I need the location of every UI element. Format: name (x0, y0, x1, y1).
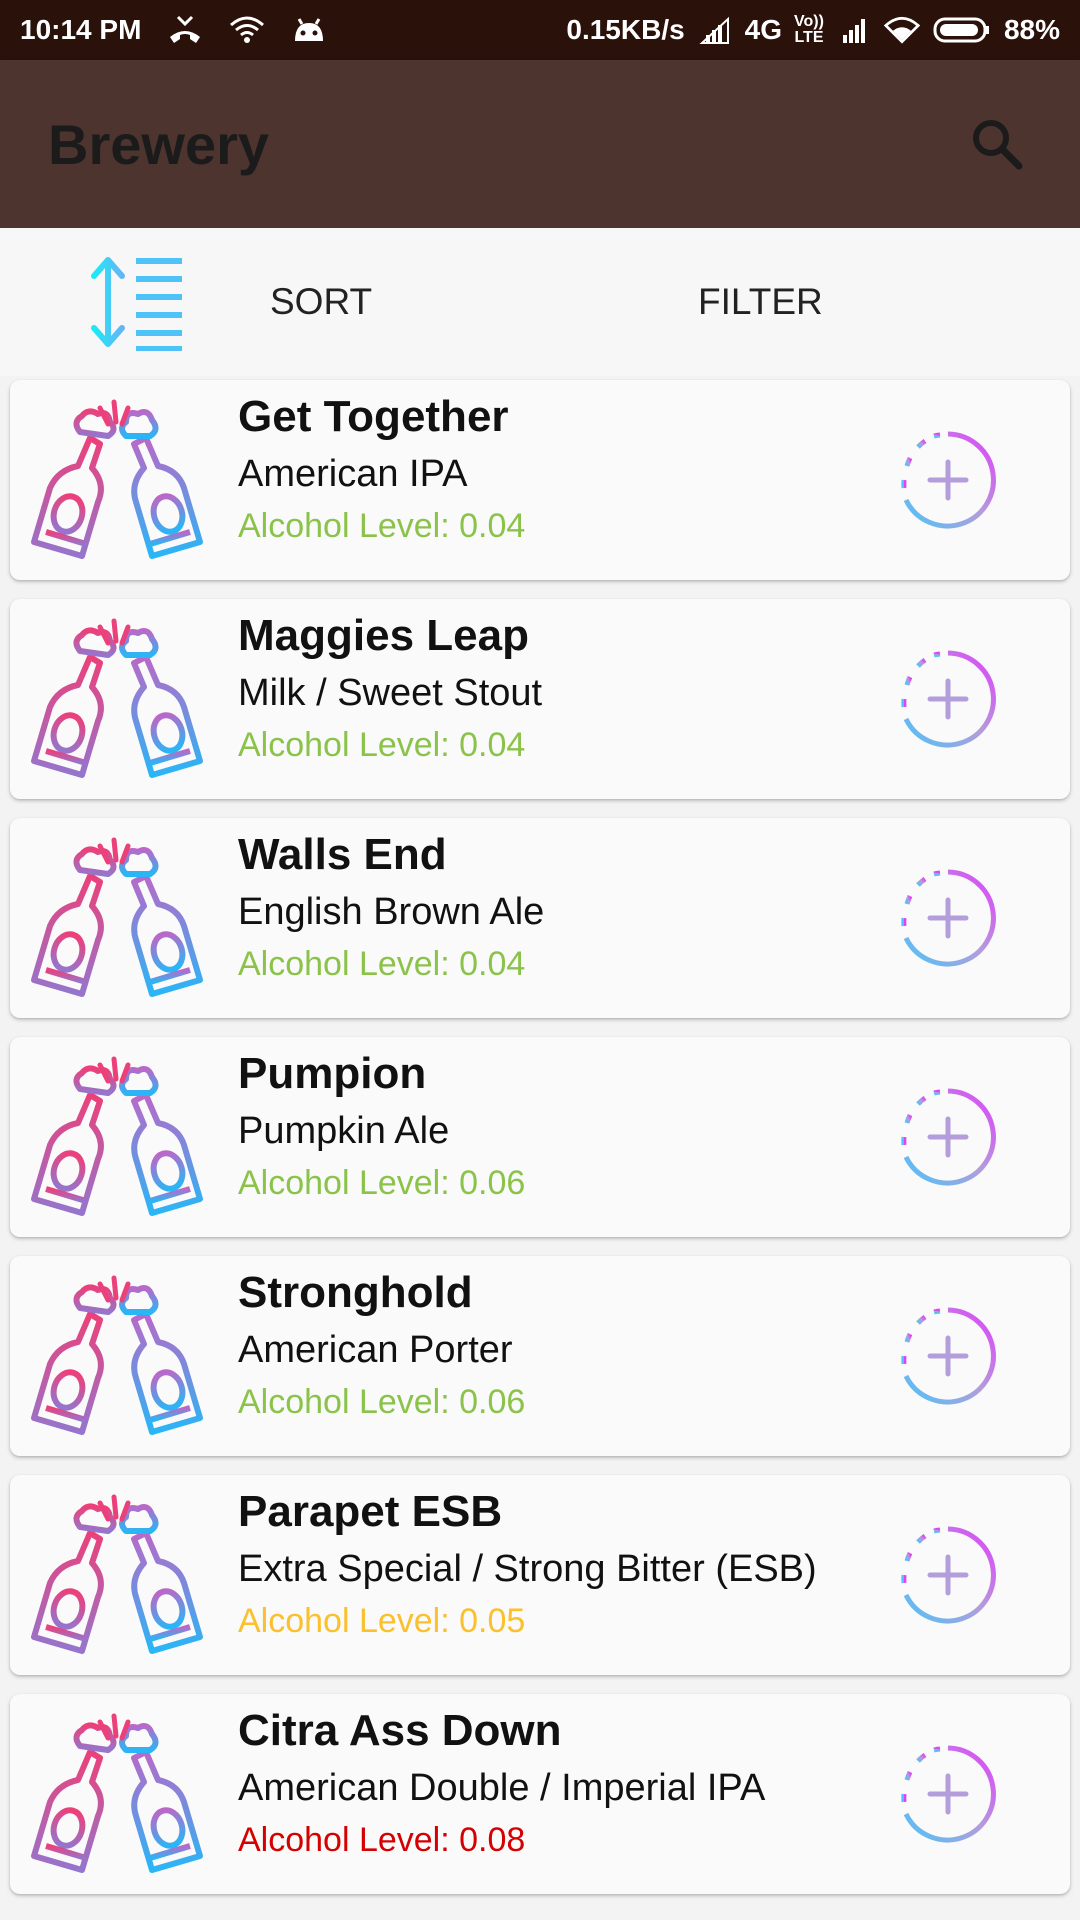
add-circle-icon (901, 650, 996, 748)
signal-icon-2 (836, 12, 872, 48)
missed-call-icon (167, 12, 203, 48)
beer-style: Pumpkin Ale (238, 1110, 450, 1152)
add-circle-icon (901, 431, 996, 529)
beer-card[interactable]: Parapet ESB Extra Special / Strong Bitte… (10, 1475, 1070, 1675)
beer-alcohol-level: Alcohol Level: 0.06 (238, 1383, 526, 1421)
volte-top: Vo)) (794, 13, 824, 30)
sort-filter-bar: SORT FILTER (0, 228, 1080, 376)
beer-name: Citra Ass Down (238, 1706, 562, 1755)
beer-name: Maggies Leap (238, 611, 529, 660)
android-icon (291, 12, 327, 48)
beer-info: Parapet ESB Extra Special / Strong Bitte… (238, 1483, 878, 1647)
beer-info: Stronghold American Porter Alcohol Level… (238, 1264, 878, 1428)
beer-style: American IPA (238, 453, 468, 495)
network-type: 4G (744, 14, 783, 45)
beer-name: Get Together (238, 392, 509, 441)
add-button[interactable] (898, 1744, 998, 1844)
search-icon (973, 120, 1023, 170)
cheers-bottles-icon (28, 834, 208, 1004)
wifi-call-icon (229, 12, 265, 48)
beer-card[interactable]: Maggies Leap Milk / Sweet Stout Alcohol … (10, 599, 1070, 799)
beer-name: Stronghold (238, 1268, 473, 1317)
add-button[interactable] (898, 868, 998, 968)
add-circle-icon (901, 1745, 996, 1843)
cheers-bottles-icon (28, 1053, 208, 1223)
beer-style: American Porter (238, 1329, 513, 1371)
add-button[interactable] (898, 1087, 998, 1187)
beer-style: American Double / Imperial IPA (238, 1767, 766, 1809)
beer-alcohol-level: Alcohol Level: 0.05 (238, 1602, 526, 1640)
beer-name: Parapet ESB (238, 1487, 503, 1536)
beer-name: Pumpion (238, 1049, 427, 1098)
beer-card[interactable]: Citra Ass Down American Double / Imperia… (10, 1694, 1070, 1894)
add-button[interactable] (898, 649, 998, 749)
beer-alcohol-level: Alcohol Level: 0.06 (238, 1164, 526, 1202)
beer-card[interactable]: Pumpion Pumpkin Ale Alcohol Level: 0.06 (10, 1037, 1070, 1237)
filter-button[interactable]: FILTER (0, 228, 823, 376)
cheers-bottles-icon (28, 1710, 208, 1880)
add-circle-icon (901, 1088, 996, 1186)
filter-label: FILTER (698, 281, 823, 322)
beer-info: Maggies Leap Milk / Sweet Stout Alcohol … (238, 607, 878, 771)
add-circle-icon (901, 869, 996, 967)
wifi-icon (883, 12, 920, 48)
beer-card[interactable]: Get Together American IPA Alcohol Level:… (10, 380, 1070, 580)
beer-card[interactable]: Stronghold American Porter Alcohol Level… (10, 1256, 1070, 1456)
beer-info: Pumpion Pumpkin Ale Alcohol Level: 0.06 (238, 1045, 878, 1209)
app-bar: Brewery (0, 60, 1080, 228)
volte-indicator: Vo)) LTE (794, 14, 824, 46)
beer-card[interactable]: Walls End English Brown Ale Alcohol Leve… (10, 818, 1070, 1018)
beer-style: Milk / Sweet Stout (238, 672, 543, 714)
cheers-bottles-icon (28, 1491, 208, 1661)
cheers-bottles-icon (28, 396, 208, 566)
add-circle-icon (901, 1307, 996, 1405)
beer-alcohol-level: Alcohol Level: 0.04 (238, 507, 526, 545)
search-button[interactable] (962, 109, 1032, 179)
status-bar: 10:14 PM 0.15KB/s 4G Vo)) LTE 88% (0, 0, 1080, 60)
status-time: 10:14 PM (20, 14, 142, 45)
beer-style: English Brown Ale (238, 891, 545, 933)
cheers-bottles-icon (28, 615, 208, 785)
volte-bottom: LTE (794, 29, 824, 46)
beer-info: Get Together American IPA Alcohol Level:… (238, 388, 878, 552)
beer-style: Extra Special / Strong Bitter (ESB) (238, 1548, 817, 1590)
beer-name: Walls End (238, 830, 447, 879)
battery-icon (932, 12, 992, 48)
beer-alcohol-level: Alcohol Level: 0.04 (238, 726, 526, 764)
beer-alcohol-level: Alcohol Level: 0.04 (238, 945, 526, 983)
add-button[interactable] (898, 430, 998, 530)
add-circle-icon (901, 1526, 996, 1624)
add-button[interactable] (898, 1525, 998, 1625)
beer-info: Citra Ass Down American Double / Imperia… (238, 1702, 878, 1866)
signal-icon (697, 12, 733, 48)
battery-percent: 88% (1003, 14, 1060, 45)
beer-info: Walls End English Brown Ale Alcohol Leve… (238, 826, 878, 990)
cheers-bottles-icon (28, 1272, 208, 1442)
network-speed: 0.15KB/s (566, 14, 685, 45)
app-title: Brewery (48, 112, 270, 176)
add-button[interactable] (898, 1306, 998, 1406)
beer-alcohol-level: Alcohol Level: 0.08 (238, 1821, 526, 1859)
